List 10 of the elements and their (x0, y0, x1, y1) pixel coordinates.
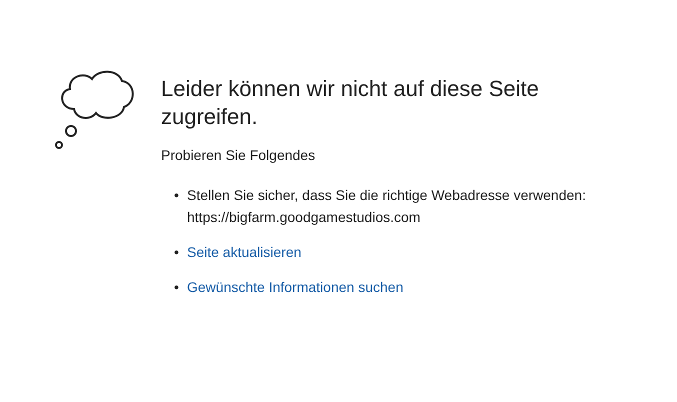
error-title: Leider können wir nicht auf diese Seite zugreifen. (161, 75, 540, 131)
thought-bubble-icon (54, 69, 136, 149)
bullet: • (173, 278, 180, 297)
suggestions-heading: Probieren Sie Folgendes (161, 146, 316, 165)
suggestion-link[interactable]: Seite aktualisieren (187, 241, 302, 263)
suggestion-text: Stellen Sie sicher, dass Sie die richtige Webadresse verwenden: (187, 186, 586, 205)
suggestion-link[interactable]: Gewünschte Informationen suchen (187, 276, 404, 298)
bullet: • (173, 243, 180, 262)
suggestion-text: https://bigfarm.goodgamestudios.com (187, 208, 422, 227)
bullet: • (173, 186, 180, 205)
